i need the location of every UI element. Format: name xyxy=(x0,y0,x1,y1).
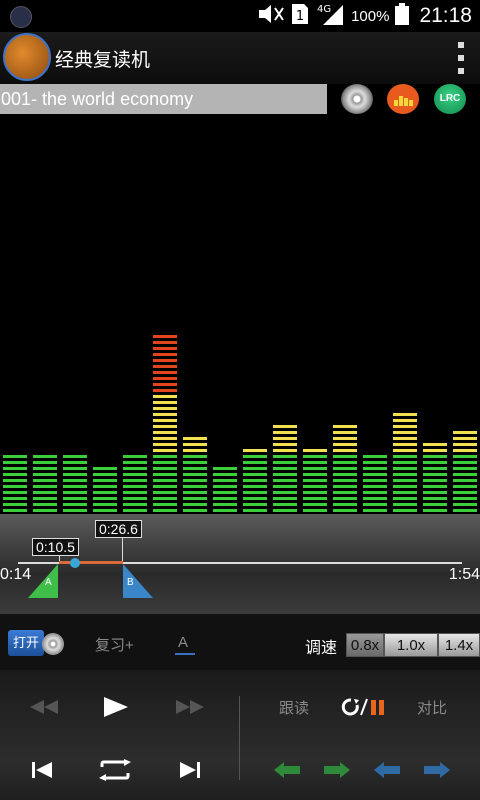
overflow-menu-icon[interactable] xyxy=(456,42,466,74)
spectrum-bar xyxy=(93,467,117,512)
a-underline xyxy=(175,653,195,655)
spectrum-svg xyxy=(3,335,477,512)
review-button[interactable]: 复习+ xyxy=(95,634,134,655)
speed-option-1-0[interactable]: 1.0x xyxy=(384,633,438,657)
spectrum-bar xyxy=(243,449,267,512)
current-time: 0:14 xyxy=(0,566,32,583)
divider xyxy=(239,696,240,780)
clock: 21:18 xyxy=(419,4,472,27)
equalizer-notification-icon xyxy=(10,6,32,28)
signal-icon: 4G xyxy=(315,3,345,29)
compare-button[interactable]: 对比 xyxy=(408,696,456,718)
spectrum-bar xyxy=(333,425,357,512)
marker-a-time: 0:10.5 xyxy=(32,538,79,556)
speed-option-0-8[interactable]: 0.8x xyxy=(346,633,384,657)
marker-b-letter: B xyxy=(127,577,134,588)
a-toggle[interactable]: A xyxy=(178,634,188,651)
status-icons: 1 4G 100% 21:18 xyxy=(257,3,472,29)
spectrum-bar xyxy=(123,455,147,512)
spectrum-bar xyxy=(33,455,57,512)
playhead[interactable] xyxy=(70,558,80,568)
spectrum-bar xyxy=(3,455,27,512)
options-strip: 打开 复习+ A 调速 0.8x 1.0x 1.4x xyxy=(0,614,480,670)
ab-range xyxy=(59,561,123,564)
open-button[interactable]: 打开 xyxy=(8,630,64,656)
speed-label: 调速 xyxy=(305,640,338,657)
app-bar: 经典复读机 xyxy=(0,32,480,84)
spectrum-bar xyxy=(423,443,447,512)
ab-timeline: 0:26.6 0:10.5 0:14 1:54 A B xyxy=(0,514,480,614)
svg-text:1: 1 xyxy=(296,9,304,24)
rewind-icon[interactable] xyxy=(22,694,66,720)
speed-option-1-4[interactable]: 1.4x xyxy=(438,633,480,657)
track-title[interactable]: 001- the world economy xyxy=(0,84,327,114)
total-time: 1:54 xyxy=(448,566,480,583)
spectrum-bar xyxy=(153,335,177,512)
spectrum-visualizer xyxy=(0,114,480,514)
follow-read-button[interactable]: 跟读 xyxy=(270,696,318,718)
next-icon[interactable] xyxy=(170,756,210,784)
spectrum-bar xyxy=(363,455,387,512)
lrc-icon[interactable]: LRC xyxy=(434,84,466,114)
marker-b-time: 0:26.6 xyxy=(95,520,142,538)
svg-text:4G: 4G xyxy=(317,4,331,15)
marker-a-letter: A xyxy=(45,577,52,588)
battery-icon xyxy=(395,3,410,29)
track-row: 001- the world economy LRC xyxy=(0,84,480,114)
spectrum-bar xyxy=(453,431,477,512)
blue-forward-icon[interactable] xyxy=(420,758,454,782)
repeat-icon[interactable] xyxy=(90,754,140,786)
mute-icon xyxy=(257,4,285,28)
disc-icon xyxy=(42,633,64,655)
blue-back-icon[interactable] xyxy=(370,758,404,782)
cd-icon[interactable] xyxy=(341,84,373,114)
speed-selector: 0.8x 1.0x 1.4x xyxy=(346,633,480,657)
spectrum-bar xyxy=(273,425,297,512)
sim-icon: 1 xyxy=(291,3,309,29)
play-icon[interactable] xyxy=(94,692,138,722)
battery-percent: 100% xyxy=(351,7,390,25)
green-forward-icon[interactable] xyxy=(320,758,354,782)
app-logo-icon[interactable] xyxy=(3,33,51,81)
spectrum-bar xyxy=(213,467,237,512)
spectrum-bar xyxy=(183,437,207,512)
equalizer-icon[interactable] xyxy=(387,84,419,114)
spectrum-bar xyxy=(63,455,87,512)
green-back-icon[interactable] xyxy=(270,758,304,782)
spectrum-bar xyxy=(303,449,327,512)
open-label: 打开 xyxy=(8,630,44,656)
previous-icon[interactable] xyxy=(22,756,62,784)
spectrum-bar xyxy=(393,413,417,512)
record-pause-icon[interactable] xyxy=(336,694,390,720)
status-bar: 1 4G 100% 21:18 xyxy=(0,0,480,32)
marker-b-handle[interactable]: B xyxy=(121,564,153,598)
app-title: 经典复读机 xyxy=(55,50,151,71)
marker-a-handle[interactable]: A xyxy=(28,564,60,598)
playback-controls: 跟读 对比 xyxy=(0,670,480,800)
fast-forward-icon[interactable] xyxy=(168,694,212,720)
